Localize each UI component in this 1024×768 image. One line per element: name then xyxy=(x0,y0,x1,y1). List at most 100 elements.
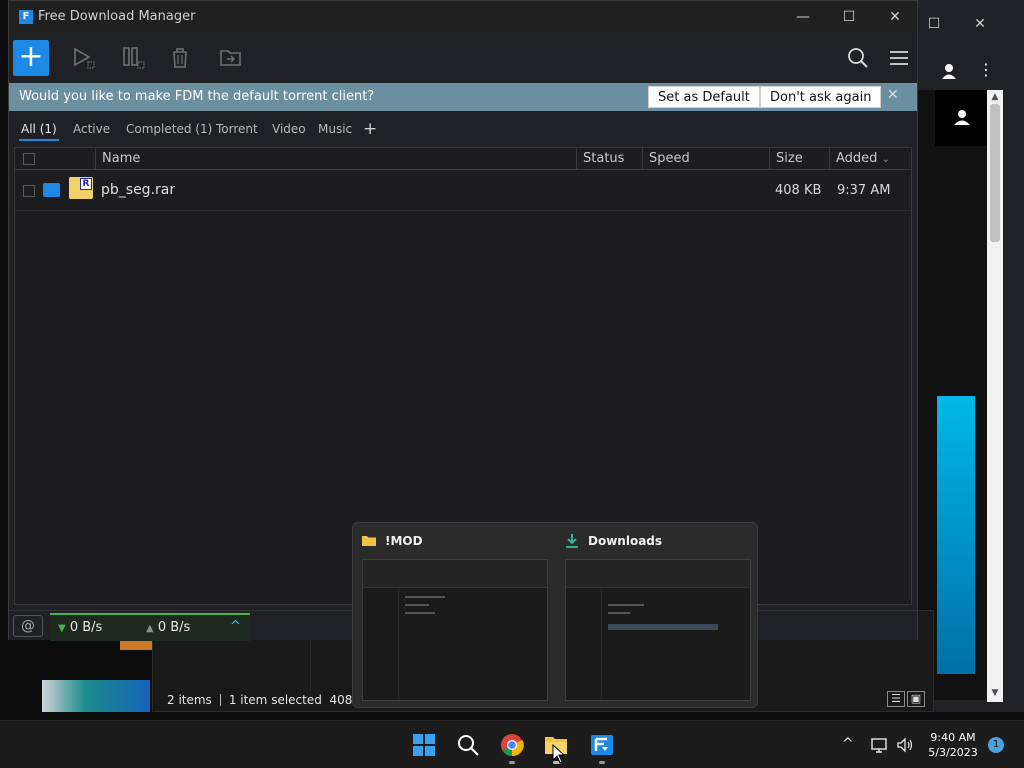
snail-mode-icon[interactable]: @ xyxy=(13,615,43,637)
column-added[interactable]: Added ⌄ xyxy=(829,148,911,170)
notification-badge[interactable]: 1 xyxy=(988,737,1004,753)
column-name[interactable]: Name xyxy=(95,148,576,170)
minimize-button[interactable]: — xyxy=(793,7,813,27)
fdm-running-indicator xyxy=(599,761,605,764)
clock-time: 9:40 AM xyxy=(930,731,976,744)
close-button[interactable]: ✕ xyxy=(885,7,905,27)
thumbnail-label-mod: !MOD xyxy=(385,534,423,548)
tab-video[interactable]: Video xyxy=(272,122,306,136)
default-client-banner: Would you like to make FDM the default t… xyxy=(9,83,917,111)
thumbnail-card-mod[interactable]: !MOD xyxy=(353,523,556,709)
row-checkbox[interactable] xyxy=(23,185,35,197)
bg-scrollbar[interactable]: ▲ ▼ xyxy=(987,90,1003,702)
column-added-label: Added xyxy=(836,151,878,166)
column-size[interactable]: Size xyxy=(769,148,829,170)
windows-start-icon[interactable] xyxy=(412,733,436,757)
preview-line xyxy=(405,604,429,606)
details-view-icon[interactable]: ☰ xyxy=(887,691,905,707)
fdm-logo-icon: F xyxy=(19,10,33,24)
thumbnail-preview-mod xyxy=(362,559,548,701)
folder-icon xyxy=(362,536,376,546)
add-download-button[interactable]: + xyxy=(13,40,49,76)
chrome-icon[interactable] xyxy=(500,733,524,757)
maximize-button[interactable]: ☐ xyxy=(839,7,859,27)
dont-ask-again-button[interactable]: Don't ask again xyxy=(760,86,882,108)
trash-icon[interactable] xyxy=(167,45,193,71)
file-size: 408 KB xyxy=(775,183,822,198)
preview-toolbar xyxy=(566,560,750,588)
chrome-running-indicator xyxy=(509,761,515,764)
preview-line xyxy=(608,624,718,630)
search-icon[interactable] xyxy=(845,45,871,71)
bg-image-thumbnail xyxy=(42,680,150,712)
expand-chevron-icon[interactable]: ^ xyxy=(230,619,241,634)
banner-close-icon[interactable]: ✕ xyxy=(887,87,899,103)
toolbar: + xyxy=(9,33,917,83)
pause-icon[interactable] xyxy=(121,45,147,71)
bg-user-icon xyxy=(954,110,970,125)
fdm-taskbar-icon[interactable] xyxy=(590,733,614,757)
preview-nav xyxy=(363,589,399,699)
tab-torrent[interactable]: Torrent xyxy=(216,122,258,136)
file-name: pb_seg.rar xyxy=(101,182,176,198)
thumbnail-label-downloads: Downloads xyxy=(588,534,663,548)
bg-scroll-up-icon[interactable]: ▲ xyxy=(987,90,1003,104)
banner-message: Would you like to make FDM the default t… xyxy=(19,89,375,104)
preview-line xyxy=(405,612,435,614)
background-page-content xyxy=(917,90,989,700)
filter-tabs: All (1) Active Completed (1) Torrent Vid… xyxy=(9,111,917,147)
upload-speed-value: 0 B/s xyxy=(157,620,191,635)
title-bar: F Free Download Manager — ☐ ✕ xyxy=(9,1,917,33)
bg-scroll-down-icon[interactable]: ▼ xyxy=(987,686,1003,700)
play-icon[interactable] xyxy=(71,45,97,71)
column-status[interactable]: Status xyxy=(576,148,642,170)
move-folder-icon[interactable] xyxy=(218,45,244,71)
tab-active[interactable]: Active xyxy=(73,122,110,136)
tiles-view-icon[interactable]: ▣ xyxy=(907,691,925,707)
network-icon[interactable] xyxy=(871,737,889,753)
download-speed-value: 0 B/s xyxy=(69,620,103,635)
bg-orange-strip xyxy=(120,640,152,650)
taskbar: ^ 9:40 AM 5/3/2023 1 xyxy=(0,720,1024,768)
add-tab-icon[interactable]: + xyxy=(363,119,377,139)
upload-speed: ▲ 0 B/s xyxy=(146,620,190,635)
speed-panel[interactable]: ▼ 0 B/s ▲ 0 B/s ^ xyxy=(50,613,250,641)
preview-toolbar xyxy=(363,560,547,588)
tray-overflow-icon[interactable]: ^ xyxy=(842,736,854,752)
select-all-checkbox[interactable] xyxy=(23,153,35,165)
bg-scroll-thumb[interactable] xyxy=(990,104,1000,242)
explorer-items-count: 2 items xyxy=(167,693,212,707)
preview-line xyxy=(405,596,445,598)
volume-icon[interactable] xyxy=(896,737,914,753)
explorer-thumbnail-popup: !MOD Downloads xyxy=(352,522,758,708)
file-added-time: 9:37 AM xyxy=(837,183,891,198)
bg-profile-icon[interactable] xyxy=(940,62,958,80)
download-icon xyxy=(566,534,578,548)
rar-file-icon: R xyxy=(69,177,93,199)
bg-maximize-button[interactable]: ☐ xyxy=(924,14,944,34)
sort-desc-icon: ⌄ xyxy=(881,154,890,165)
open-folder-icon[interactable] xyxy=(43,183,60,197)
thumbnail-card-downloads[interactable]: Downloads xyxy=(556,523,759,709)
system-clock[interactable]: 9:40 AM 5/3/2023 xyxy=(926,730,980,760)
up-arrow-icon: ▲ xyxy=(146,623,154,634)
tab-all[interactable]: All (1) xyxy=(19,122,59,141)
table-header: Name Status Speed Size Added ⌄ xyxy=(15,148,911,170)
bg-kebab-icon[interactable]: ⋮ xyxy=(978,60,994,79)
download-speed: ▼ 0 B/s xyxy=(58,620,102,635)
bg-cyan-banner xyxy=(937,396,975,674)
rar-badge: R xyxy=(80,178,92,190)
clock-date: 5/3/2023 xyxy=(928,746,978,759)
window-title: Free Download Manager xyxy=(38,9,196,24)
table-row[interactable]: R pb_seg.rar 408 KB 9:37 AM xyxy=(15,171,911,211)
bg-close-button[interactable]: ✕ xyxy=(970,14,990,34)
tab-completed[interactable]: Completed (1) xyxy=(126,122,212,136)
column-speed[interactable]: Speed xyxy=(642,148,769,170)
preview-line xyxy=(608,612,630,614)
thumbnail-preview-downloads xyxy=(565,559,751,701)
set-as-default-button[interactable]: Set as Default xyxy=(648,86,760,108)
explorer-selected-text: 1 item selected xyxy=(228,693,322,707)
menu-icon[interactable] xyxy=(886,45,912,71)
tab-music[interactable]: Music xyxy=(318,122,352,136)
taskbar-search-icon[interactable] xyxy=(456,733,480,757)
